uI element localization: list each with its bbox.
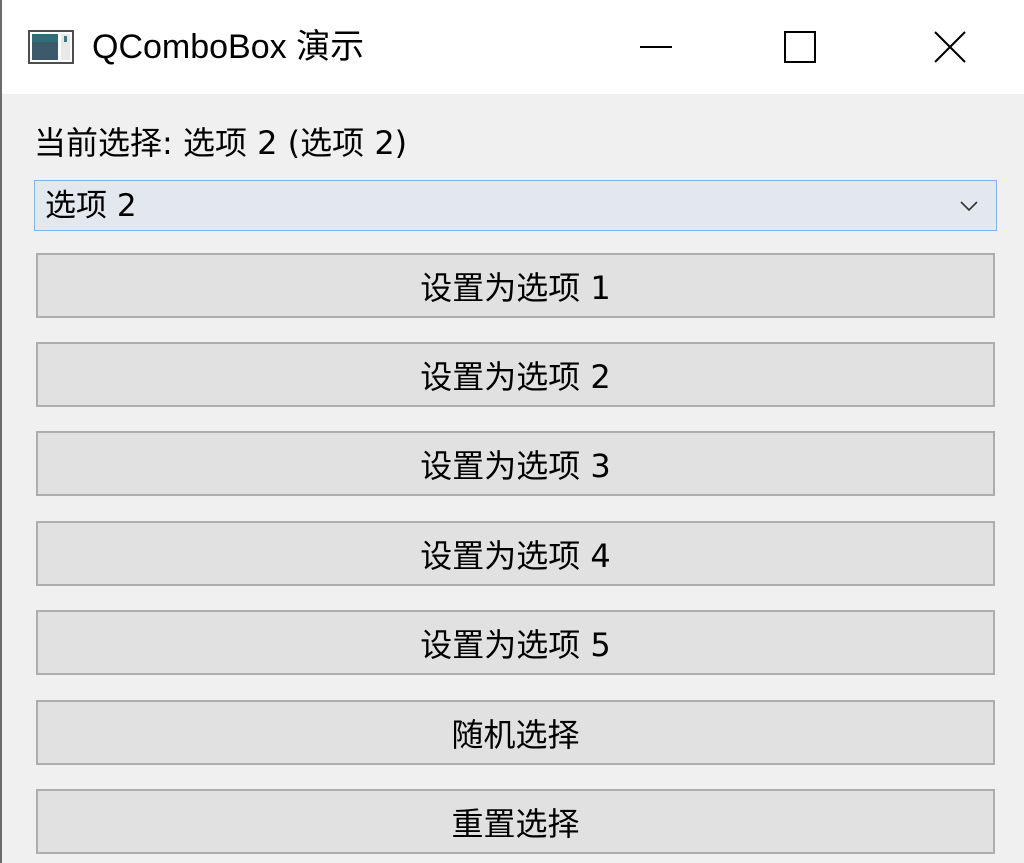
- reset-select-button[interactable]: 重置选择: [36, 789, 995, 854]
- window-app-icon: [28, 30, 74, 64]
- title-bar[interactable]: QComboBox 演示: [2, 0, 1024, 94]
- set-option-5-button[interactable]: 设置为选项 5: [36, 610, 995, 675]
- maximize-icon: [784, 31, 816, 63]
- close-button[interactable]: [900, 0, 1000, 94]
- chevron-down-icon[interactable]: [958, 197, 980, 215]
- maximize-button[interactable]: [750, 0, 850, 94]
- random-select-button[interactable]: 随机选择: [36, 700, 995, 765]
- close-icon: [934, 31, 966, 63]
- option-combo-box[interactable]: 选项 2: [34, 180, 997, 231]
- set-option-2-button[interactable]: 设置为选项 2: [36, 342, 995, 407]
- combo-selected-value: 选项 2: [45, 188, 137, 224]
- set-option-4-button[interactable]: 设置为选项 4: [36, 521, 995, 586]
- minimize-button[interactable]: [606, 0, 706, 94]
- window-title: QComboBox 演示: [92, 28, 365, 66]
- current-selection-label: 当前选择: 选项 2 (选项 2): [34, 124, 408, 162]
- set-option-3-button[interactable]: 设置为选项 3: [36, 431, 995, 496]
- app-window: QComboBox 演示 当前选择: 选项 2 (选项 2) 选项 2 设置为选…: [0, 0, 1024, 863]
- set-option-1-button[interactable]: 设置为选项 1: [36, 253, 995, 318]
- minimize-icon: [640, 46, 672, 48]
